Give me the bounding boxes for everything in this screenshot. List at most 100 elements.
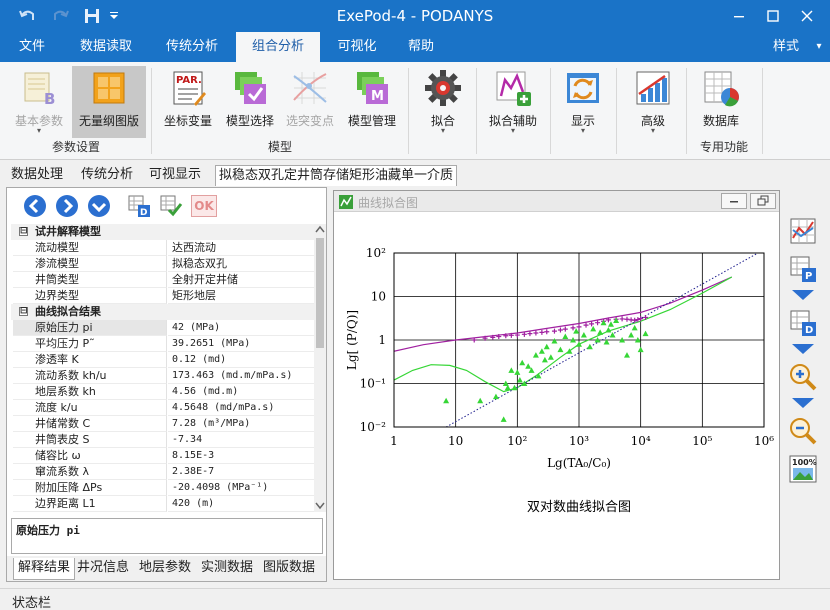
svg-text:D: D xyxy=(805,325,813,336)
ribbon-separator xyxy=(550,68,551,154)
category-fit-results[interactable]: ⊟ 曲线拟合结果 xyxy=(11,304,315,320)
fit-curve-green xyxy=(394,276,733,393)
property-row[interactable]: 渗流模型 拟稳态双孔 xyxy=(11,256,315,272)
property-row[interactable]: 边界类型 矩形地层 xyxy=(11,288,315,304)
property-row[interactable]: 流度 k/u 4.5648 (md/mPa.s) xyxy=(11,400,315,416)
menu-traditional-analysis[interactable]: 传统分析 xyxy=(152,32,232,62)
panel-toolbar: D OK xyxy=(7,188,326,224)
tab-traditional-analysis[interactable]: 传统分析 xyxy=(78,165,136,186)
redo-icon[interactable] xyxy=(50,6,70,26)
svg-text:100%: 100% xyxy=(792,458,817,467)
property-row[interactable]: 井储常数 C 7.28 (m³/MPa) xyxy=(11,416,315,432)
property-row[interactable]: 渗透率 K 0.12 (md) xyxy=(11,352,315,368)
export-p-icon[interactable]: P xyxy=(788,254,818,284)
property-row[interactable]: 井筒类型 全射开定井储 xyxy=(11,272,315,288)
export-d-icon[interactable]: D xyxy=(788,308,818,338)
data-point-triangle xyxy=(514,369,521,375)
tab-formation-params[interactable]: 地层参数 xyxy=(139,558,191,580)
property-grid-scrollbar[interactable] xyxy=(314,224,326,512)
model-manage-button[interactable]: M 模型管理 xyxy=(340,66,404,140)
property-value: 拟稳态双孔 xyxy=(168,256,315,272)
data-point-plus xyxy=(551,328,557,334)
tab-interpretation-results[interactable]: 解释结果 xyxy=(13,558,75,580)
property-row[interactable]: 边界距离 L1 420 (m) xyxy=(11,496,315,512)
fit-dropdown-icon[interactable]: ▾ xyxy=(412,126,474,135)
quick-access-dropdown-icon[interactable] xyxy=(108,6,120,26)
tab-chart-data[interactable]: 图版数据 xyxy=(263,558,315,580)
property-key: 地层系数 kh xyxy=(13,384,167,400)
property-row[interactable]: 井筒表皮 S -7.34 xyxy=(11,432,315,448)
ribbon-separator xyxy=(616,68,617,154)
menu-file[interactable]: 文件 xyxy=(6,32,58,62)
curve-fit-window-title: 曲线拟合图 xyxy=(358,196,419,210)
style-caret-icon[interactable]: ▾ xyxy=(812,32,826,62)
chart-type-icon[interactable] xyxy=(788,216,818,246)
chevron-down-icon[interactable] xyxy=(788,396,818,410)
coordinate-variable-button[interactable]: PAR. 坐标变量 xyxy=(156,66,220,140)
data-point-plus xyxy=(539,329,545,335)
svg-text:D: D xyxy=(140,208,147,218)
display-dropdown-icon[interactable]: ▾ xyxy=(554,126,612,135)
chevron-down-icon[interactable] xyxy=(788,342,818,356)
data-point-triangle xyxy=(551,337,558,344)
property-row[interactable]: 地层系数 kh 4.56 (md.m) xyxy=(11,384,315,400)
refresh-display-icon xyxy=(567,73,599,103)
property-row[interactable]: 平均压力 P˜ 39.2651 (MPa) xyxy=(11,336,315,352)
fit-assist-dropdown-icon[interactable]: ▾ xyxy=(480,126,546,135)
grid-check-icon[interactable] xyxy=(159,194,183,218)
model-select-button[interactable]: 模型选择 xyxy=(220,66,280,140)
chevron-down-icon[interactable] xyxy=(788,288,818,302)
chart-grid xyxy=(394,253,764,427)
plot-minimize-button[interactable] xyxy=(721,193,747,209)
property-row[interactable]: 窜流系数 λ 2.38E-7 xyxy=(11,464,315,480)
zoom-out-icon[interactable] xyxy=(788,416,818,446)
menu-visualization[interactable]: 可视化 xyxy=(326,32,388,62)
property-value: 0.12 (md) xyxy=(168,352,315,368)
category-title: 试井解释模型 xyxy=(35,225,101,238)
property-row[interactable]: 流动模型 达西流动 xyxy=(11,240,315,256)
arrow-left-icon[interactable] xyxy=(23,194,47,218)
data-point-triangle xyxy=(541,356,548,363)
advanced-dropdown-icon[interactable]: ▾ xyxy=(622,126,684,135)
category-interpretation-model[interactable]: ⊟ 试井解释模型 xyxy=(11,224,315,240)
fit-assist-button[interactable]: 拟合辅助 ▾ xyxy=(480,66,546,140)
grid-d-icon[interactable]: D xyxy=(127,194,151,218)
collapse-toggle-icon[interactable]: ⊟ xyxy=(19,307,28,316)
undo-icon[interactable] xyxy=(18,6,38,26)
property-row[interactable]: 流动系数 kh/u 173.463 (md.m/mPa.s) xyxy=(11,368,315,384)
menu-help[interactable]: 帮助 xyxy=(396,32,446,62)
fit-button[interactable]: 拟合 ▾ xyxy=(412,66,474,140)
model-manage-icon: M xyxy=(357,72,388,104)
property-row[interactable]: 附加压降 ΔPs -20.4098 (MPa⁻¹) xyxy=(11,480,315,496)
advanced-button[interactable]: 高级 ▾ xyxy=(622,66,684,140)
base-params-dropdown-icon[interactable]: ▾ xyxy=(6,126,72,135)
restore-icon xyxy=(757,195,769,206)
menu-combined-analysis[interactable]: 组合分析 xyxy=(236,32,320,62)
data-point-triangle xyxy=(557,346,564,353)
close-button[interactable] xyxy=(786,0,828,32)
dimensionless-chart-button[interactable]: 无量纲图版 xyxy=(72,66,146,138)
zoom-100-icon[interactable]: 100% xyxy=(788,454,818,484)
tab-well-info[interactable]: 井况信息 xyxy=(77,558,129,580)
save-icon[interactable] xyxy=(82,6,102,26)
database-button[interactable]: 数据库 xyxy=(692,66,750,140)
property-key: 流度 k/u xyxy=(13,400,167,416)
menu-data-read[interactable]: 数据读取 xyxy=(66,32,146,62)
collapse-toggle-icon[interactable]: ⊟ xyxy=(19,227,28,236)
tab-visual-display[interactable]: 可视显示 xyxy=(146,165,204,186)
tab-data-processing[interactable]: 数据处理 xyxy=(8,165,66,186)
zoom-in-icon[interactable] xyxy=(788,362,818,392)
plot-restore-button[interactable] xyxy=(750,193,776,209)
arrow-right-icon[interactable] xyxy=(55,194,79,218)
property-key: 井储常数 C xyxy=(13,416,167,432)
x-tick-label: 10 xyxy=(448,434,463,448)
tab-measured-data[interactable]: 实测数据 xyxy=(201,558,253,580)
base-params-button[interactable]: B 基本参数 ▾ xyxy=(6,66,72,140)
data-point-plus xyxy=(544,329,550,335)
property-row[interactable]: 储容比 ω 8.15E-3 xyxy=(11,448,315,464)
chevron-down-icon[interactable] xyxy=(87,194,111,218)
tab-dual-porosity-model[interactable]: 拟稳态双孔定井筒存储矩形油藏单一介质 xyxy=(215,165,458,186)
display-button[interactable]: 显示 ▾ xyxy=(554,66,612,140)
property-row[interactable]: 原始压力 pi 42 (MPa) xyxy=(11,320,315,336)
menu-style[interactable]: 样式 xyxy=(762,32,810,62)
